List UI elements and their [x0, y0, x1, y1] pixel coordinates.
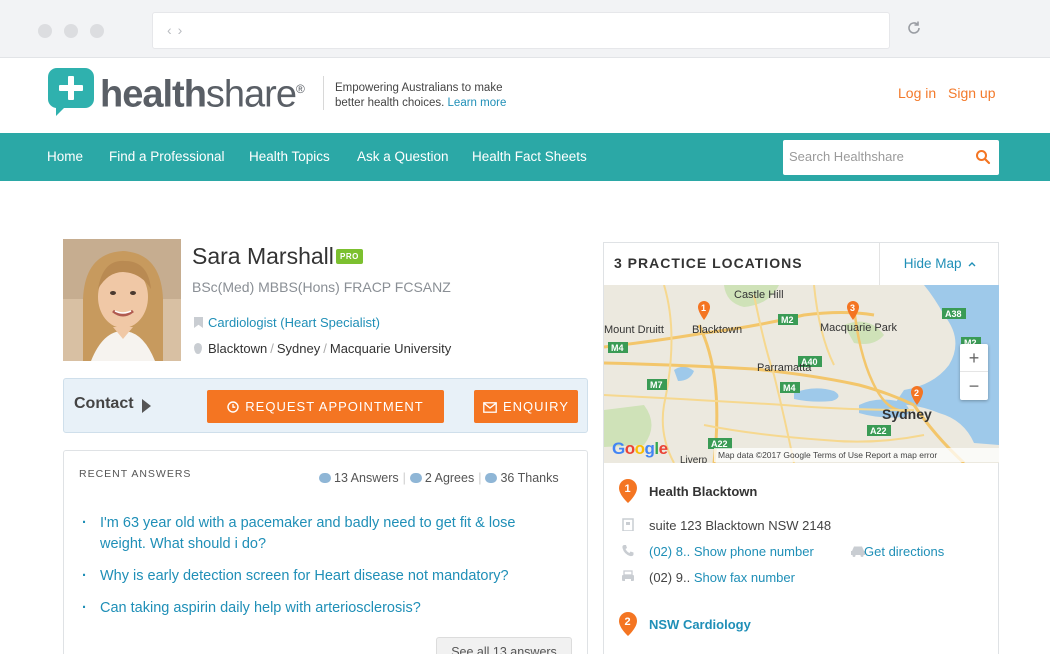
request-appointment-button[interactable]: REQUEST APPOINTMENT: [207, 390, 444, 423]
chevron-up-icon: [968, 262, 976, 267]
zoom-out-button[interactable]: −: [960, 372, 988, 400]
nav-ask-question[interactable]: Ask a Question: [357, 149, 449, 164]
reload-icon[interactable]: [906, 20, 922, 36]
nav-health-topics[interactable]: Health Topics: [249, 149, 330, 164]
show-phone-number-link[interactable]: Show phone number: [694, 544, 814, 559]
location-blacktown: Blacktown: [208, 341, 268, 356]
pro-badge: PRO: [336, 249, 363, 264]
specialty: Cardiologist (Heart Specialist): [194, 315, 380, 330]
hide-map-toggle[interactable]: Hide Map: [879, 243, 1000, 285]
svg-text:2: 2: [625, 616, 631, 628]
road-shield-m4: M4: [783, 383, 796, 393]
thumbs-up-icon: [409, 473, 422, 483]
tagline-divider: [323, 76, 324, 110]
enquiry-button[interactable]: ENQUIRY: [474, 390, 578, 423]
main-nav: Home Find a Professional Health Topics A…: [0, 133, 1050, 181]
envelope-icon: [483, 402, 497, 413]
practice-name-2[interactable]: NSW Cardiology: [649, 617, 751, 632]
map-footer: Google Map data ©2017 Google Terms of Us…: [604, 439, 999, 463]
search-input[interactable]: [789, 149, 969, 164]
practice-locations-panel: 3 PRACTICE LOCATIONS Hide Map M2 A38 M4 …: [603, 242, 999, 654]
map-label-sydney: Sydney: [882, 406, 932, 422]
answer-link-1[interactable]: I'm 63 year old with a pacemaker and bad…: [82, 513, 552, 555]
practice-map[interactable]: M2 A38 M4 A40 M7 M4 A22 A22 M2 Castle Hi…: [604, 285, 999, 463]
map-pin-icon: [194, 343, 202, 354]
location-macquarie: Macquarie University: [329, 341, 452, 356]
back-forward-icon[interactable]: ‹›: [167, 22, 188, 38]
address-bar[interactable]: ‹›: [152, 12, 890, 49]
recent-answers-list: I'm 63 year old with a pacemaker and bad…: [82, 513, 552, 630]
healthshare-logo-text[interactable]: healthshare®: [100, 68, 305, 116]
nav-health-fact-sheets[interactable]: Health Fact Sheets: [472, 149, 587, 164]
map-canvas: M2 A38 M4 A40 M7 M4 A22 A22 M2 Castle Hi…: [604, 285, 999, 463]
window-close-dot[interactable]: [38, 24, 52, 38]
map-label-parramatta: Parramatta: [757, 362, 812, 374]
site-header: healthshare® Empowering Australians to m…: [0, 58, 1050, 133]
phone-icon: [622, 545, 634, 557]
google-logo: Google: [612, 439, 668, 458]
practice-address-1: suite 123 Blacktown NSW 2148: [649, 518, 832, 533]
answer-link-2[interactable]: Why is early detection screen for Heart …: [82, 566, 552, 587]
location-list: Blacktown / Sydney / Macquarie University: [194, 341, 451, 356]
answer-link-3[interactable]: Can taking aspirin daily help with arter…: [82, 598, 552, 619]
clock-icon: [227, 401, 239, 413]
search-icon[interactable]: [975, 149, 991, 165]
tagline: Empowering Australians to make better he…: [335, 82, 507, 109]
location-number-pin-1: 1: [619, 479, 637, 503]
qualifications: BSc(Med) MBBS(Hons) FRACP FCSANZ: [192, 279, 451, 295]
building-icon: [622, 518, 634, 531]
phone-row: (02) 8.. Show phone number: [649, 544, 814, 559]
contact-bar: Contact REQUEST APPOINTMENT ENQUIRY: [63, 378, 588, 433]
fax-row: (02) 9.. Show fax number: [649, 570, 795, 585]
zoom-in-button[interactable]: +: [960, 344, 988, 372]
map-label-mount-druitt: Mount Druitt: [604, 324, 664, 336]
road-shield-m7: M7: [650, 380, 663, 390]
svg-text:2: 2: [914, 388, 919, 398]
specialty-link[interactable]: Cardiologist (Heart Specialist): [208, 315, 380, 330]
recent-answers-card: RECENT ANSWERS 13 Answers | 2 Agrees | 36 Th…: [63, 450, 588, 654]
svg-text:1: 1: [625, 483, 631, 495]
heart-icon: [485, 473, 498, 483]
doctor-name: Sara Marshall: [192, 243, 334, 269]
contact-label: Contact: [74, 395, 134, 412]
map-zoom-control: + −: [960, 344, 988, 400]
map-label-macquarie: Macquarie Park: [820, 322, 898, 334]
see-all-answers-button[interactable]: See all 13 answers: [436, 637, 572, 654]
show-fax-number-link[interactable]: Show fax number: [694, 570, 795, 585]
login-link[interactable]: Log in: [898, 85, 936, 101]
road-shield-a22-east: A22: [870, 426, 887, 436]
svg-text:3: 3: [850, 303, 855, 313]
nav-find-professional[interactable]: Find a Professional: [109, 149, 225, 164]
practice-locations-title: 3 PRACTICE LOCATIONS: [614, 255, 803, 271]
svg-text:1: 1: [701, 303, 706, 313]
road-shield-m2: M2: [781, 315, 794, 325]
learn-more-link[interactable]: Learn more: [448, 97, 507, 109]
location-sydney: Sydney: [276, 341, 321, 356]
map-label-blacktown: Blacktown: [692, 324, 742, 336]
location-number-pin-2: 2: [619, 612, 637, 636]
road-shield-a38: A38: [945, 309, 962, 319]
browser-chrome: ‹›: [0, 0, 1050, 58]
profile-photo: [63, 239, 181, 361]
recent-answers-heading: RECENT ANSWERS: [79, 468, 192, 480]
nav-home[interactable]: Home: [47, 149, 83, 164]
window-minimize-dot[interactable]: [64, 24, 78, 38]
contact-arrow-icon: [142, 399, 151, 413]
speech-bubble-icon: [319, 473, 331, 483]
map-label-castle-hill: Castle Hill: [734, 289, 784, 301]
window-maximize-dot[interactable]: [90, 24, 104, 38]
fax-icon: [622, 570, 634, 582]
road-shield-m4-west: M4: [611, 343, 624, 353]
healthshare-logo-icon[interactable]: [48, 68, 94, 116]
map-attribution[interactable]: Map data ©2017 Google Terms of Use Repor…: [714, 448, 999, 462]
search-box: [783, 140, 999, 175]
practice-name-1[interactable]: Health Blacktown: [649, 484, 757, 499]
signup-link[interactable]: Sign up: [948, 85, 995, 101]
bookmark-icon: [194, 317, 203, 328]
get-directions-link[interactable]: Get directions: [864, 544, 944, 559]
answer-stats: 13 Answers | 2 Agrees | 36 Thanks: [319, 471, 559, 485]
